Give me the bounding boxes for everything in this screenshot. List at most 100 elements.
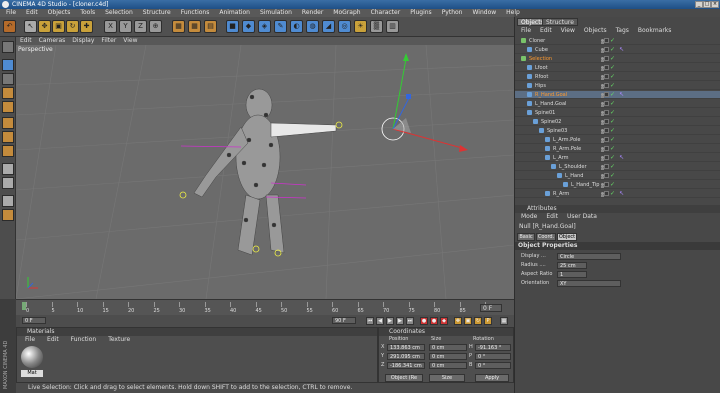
menu-file[interactable]: File [6,9,16,16]
enable-checkbox[interactable] [604,128,609,133]
enabled-check-icon[interactable]: ✓ [610,181,615,189]
render-picture-viewer-icon[interactable]: ▦ [188,20,201,33]
z-axis-lock-icon[interactable]: Z [134,20,147,33]
object-row[interactable]: R_Hand.Goal ✓ ↖ [515,91,720,99]
enabled-check-icon[interactable]: ✓ [610,163,615,171]
recent-tools-icon[interactable]: ✚ [80,20,93,33]
object-menu-view[interactable]: View [561,27,575,34]
nurbs-icon[interactable]: ◆ [242,20,255,33]
materials-menu-texture[interactable]: Texture [108,336,130,343]
cube-object-icon[interactable]: ■ [226,20,239,33]
size-field[interactable]: 0 cm [429,353,467,360]
enable-checkbox[interactable] [604,182,609,187]
object-row[interactable]: L_Shoulder ✓ [515,163,720,171]
attribute-value-display[interactable]: Circle [557,253,621,260]
enable-checkbox[interactable] [604,164,609,169]
object-row[interactable]: R_Arm.Pole ✓ [515,145,720,153]
ik-tag-icon[interactable]: ↖ [619,91,624,99]
menu-tools[interactable]: Tools [80,9,95,16]
viewport-menu-cameras[interactable]: Cameras [39,37,66,44]
tweak-mode-icon[interactable] [2,177,14,189]
enabled-check-icon[interactable]: ✓ [610,127,615,135]
object-row[interactable]: Selection ✓ [515,55,720,63]
points-mode-icon[interactable] [2,117,14,129]
enable-checkbox[interactable] [604,65,609,70]
menu-window[interactable]: Window [473,9,497,16]
enabled-check-icon[interactable]: ✓ [610,73,615,81]
camera-icon[interactable]: ◎ [338,20,351,33]
coordinate-system-icon[interactable]: ⊕ [149,20,162,33]
enabled-check-icon[interactable]: ✓ [610,82,615,90]
enable-checkbox[interactable] [604,173,609,178]
enable-checkbox[interactable] [604,101,609,106]
scene-object-icon[interactable]: ◢ [322,20,335,33]
rotation-field[interactable]: 0 ° [475,362,511,369]
array-icon[interactable]: ◈ [258,20,271,33]
enable-checkbox[interactable] [604,119,609,124]
attributes-menu-user-data[interactable]: User Data [567,213,597,220]
attributes-menu-mode[interactable]: Mode [521,213,537,220]
minimize-button[interactable]: _ [695,1,703,8]
workplane-icon[interactable]: ▥ [386,20,399,33]
enabled-check-icon[interactable]: ✓ [610,118,615,126]
material-preview-sphere[interactable] [21,346,43,368]
coord-mode-select[interactable]: Object (Re [385,374,423,382]
rotate-icon[interactable]: ↻ [66,20,79,33]
enable-checkbox[interactable] [604,38,609,43]
autokey-icon[interactable]: ● [430,317,438,325]
enabled-check-icon[interactable]: ✓ [610,190,615,198]
snap-toggle-icon[interactable] [2,195,14,207]
rotation-field[interactable]: 0 ° [475,353,511,360]
viewport-menu-display[interactable]: Display [72,37,94,44]
attribute-value-radius[interactable]: 25 cm [557,262,587,269]
object-row[interactable]: L_Hand ✓ [515,172,720,180]
goto-end-icon[interactable]: ⏭ [406,317,414,325]
object-row[interactable]: L_Arm.Pole ✓ [515,136,720,144]
object-row[interactable]: R_Arm ✓ ↖ [515,190,720,198]
menu-animation[interactable]: Animation [219,9,250,16]
object-row[interactable]: Hips ✓ [515,82,720,90]
attribute-value-orientation[interactable]: XY [557,280,621,287]
object-row[interactable]: Rfoot ✓ [515,73,720,81]
y-axis-lock-icon[interactable]: Y [119,20,132,33]
object-mode-icon[interactable] [2,73,14,85]
object-row[interactable]: Lfoot ✓ [515,64,720,72]
object-row[interactable]: L_Hand.Goal ✓ [515,100,720,108]
record-icon[interactable]: ● [420,317,428,325]
object-row[interactable]: Spine03 ✓ [515,127,720,135]
start-frame-field[interactable]: 0 F [22,317,46,324]
object-menu-file[interactable]: File [521,27,531,34]
menu-character[interactable]: Character [371,9,401,16]
menu-selection[interactable]: Selection [105,9,133,16]
scale-icon[interactable]: ▣ [52,20,65,33]
workplane-mode-icon[interactable] [2,101,14,113]
enable-checkbox[interactable] [604,56,609,61]
viewport-menu-filter[interactable]: Filter [101,37,116,44]
menu-mograph[interactable]: MoGraph [333,9,360,16]
menu-render[interactable]: Render [302,9,323,16]
viewport-menu-view[interactable]: View [123,37,137,44]
enable-checkbox[interactable] [604,83,609,88]
ik-tag-icon[interactable]: ↖ [619,190,624,198]
keyframe-selection-icon[interactable]: ◆ [440,317,448,325]
tab-basic[interactable]: Basic [517,233,535,241]
enable-checkbox[interactable] [604,146,609,151]
tab-object[interactable]: Object [557,233,577,241]
enabled-check-icon[interactable]: ✓ [610,136,615,144]
move-icon[interactable]: ✥ [38,20,51,33]
current-frame-field[interactable]: 0 F [480,304,502,312]
menu-edit[interactable]: Edit [26,9,38,16]
model-mode-icon[interactable] [2,59,14,71]
maximize-button[interactable]: □ [703,1,711,8]
menu-objects[interactable]: Objects [48,9,71,16]
ik-tag-icon[interactable]: ↖ [619,154,624,162]
position-field[interactable]: 291.095 cm [387,353,425,360]
size-field[interactable]: 0 cm [429,344,467,351]
menu-simulation[interactable]: Simulation [260,9,292,16]
object-menu-bookmarks[interactable]: Bookmarks [638,27,672,34]
enabled-check-icon[interactable]: ✓ [610,172,615,180]
ik-tag-icon[interactable]: ↖ [619,46,624,54]
object-row[interactable]: Spine02 ✓ [515,118,720,126]
enabled-check-icon[interactable]: ✓ [610,37,615,45]
enabled-check-icon[interactable]: ✓ [610,55,615,63]
